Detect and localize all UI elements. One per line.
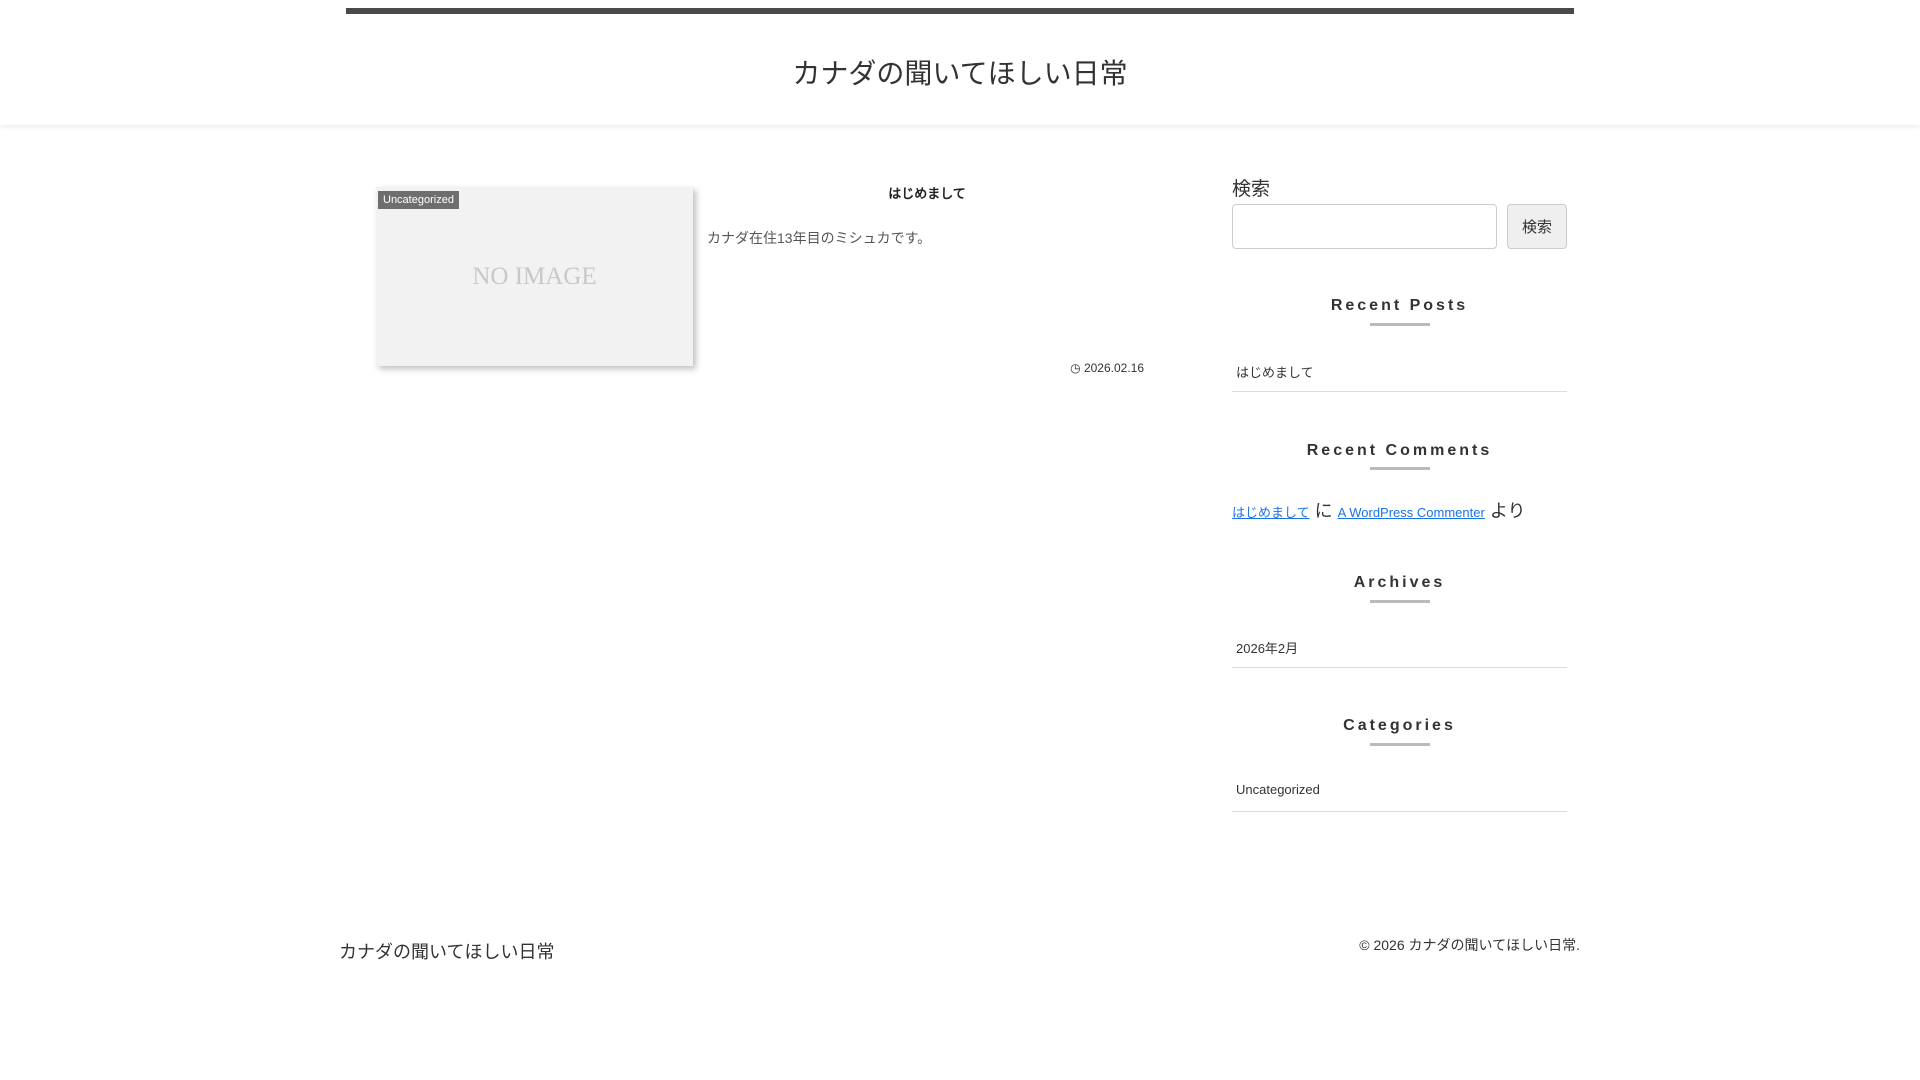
search-button[interactable]: 検索 [1507,204,1567,249]
heading-underline [1370,467,1430,470]
divider [1232,811,1567,812]
clock-icon: ◷ [1070,361,1084,375]
category-link[interactable]: Uncategorized [1232,782,1567,797]
copyright: © 2026 カナダの聞いてほしい日常. [1359,937,1580,953]
post-thumbnail[interactable]: NO IMAGE [376,187,693,366]
post-date-text: 2026.02.16 [1083,361,1144,375]
site-title-link[interactable]: カナダの聞いてほしい日常 [0,52,1920,92]
heading-underline [1370,323,1430,326]
comment-yori: より [1489,501,1526,521]
divider [1232,391,1567,392]
footer-site-title[interactable]: カナダの聞いてほしい日常 [339,938,554,964]
recent-comments-title: Recent Comments [1306,442,1493,459]
comment-author-link[interactable]: A WordPress Commenter [1338,505,1485,520]
search-widget-title: 検索 [1232,179,1271,200]
category-badge: Uncategorized [378,191,459,209]
no-image-placeholder: NO IMAGE [472,263,597,290]
comment-ni: に [1314,501,1333,521]
post-excerpt: カナダ在住13年目のミシュカです。 [707,230,932,246]
post-date: ◷ 2026.02.16 [1000,361,1144,375]
recent-comment: はじめまして に A WordPress Commenter より [1232,497,1567,523]
top-accent-bar [346,8,1574,14]
search-input[interactable] [1232,204,1497,249]
recent-posts-title: Recent Posts [1330,297,1469,314]
archives-title: Archives [1353,574,1446,591]
archive-link[interactable]: 2026年2月 [1232,638,1567,657]
divider [1232,667,1567,668]
post-title-link[interactable]: はじめまして [707,183,1147,202]
categories-title: Categories [1343,717,1456,734]
recent-post-link[interactable]: はじめまして [1232,362,1567,381]
heading-underline [1370,600,1430,603]
heading-underline [1370,743,1430,746]
comment-post-link[interactable]: はじめまして [1232,505,1310,520]
